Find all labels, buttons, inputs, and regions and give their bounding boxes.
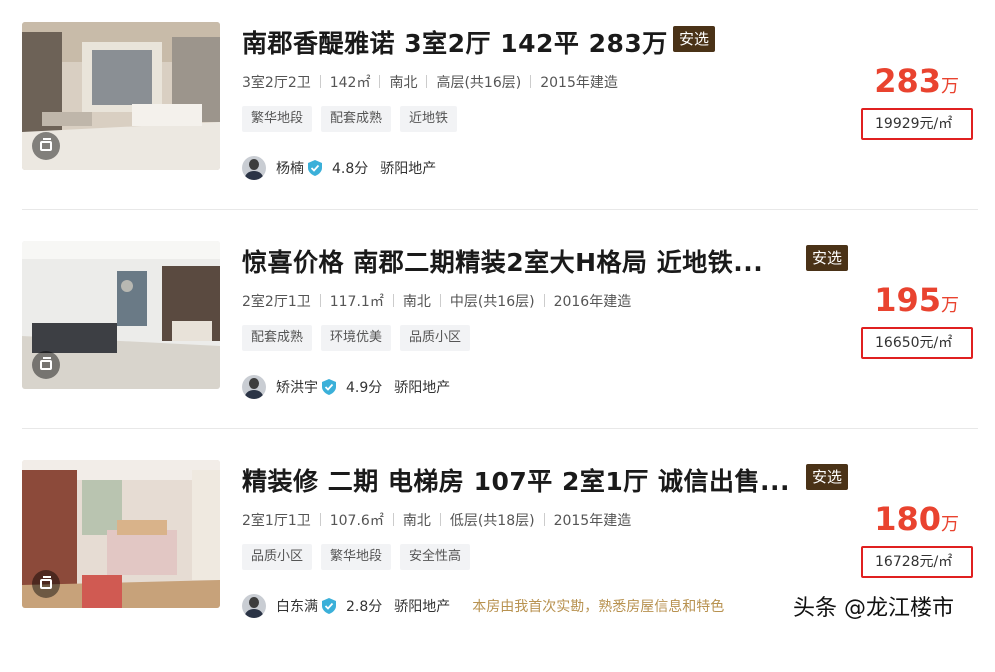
listing-specs: 3室2厅2卫 142㎡ 南北 高层(共16层) 2015年建造 xyxy=(242,72,618,92)
layout: 2室1厅1卫 xyxy=(242,513,311,529)
agent-company: 骄阳地产 xyxy=(394,599,451,615)
listing-specs: 2室2厅1卫 117.1㎡ 南北 中层(共16层) 2016年建造 xyxy=(242,291,631,311)
tag-list: 配套成熟 环境优美 品质小区 xyxy=(242,325,471,351)
floor: 中层(共16层) xyxy=(449,294,535,310)
row-divider xyxy=(22,209,978,210)
price-unit: 万 xyxy=(941,514,959,535)
orientation: 南北 xyxy=(402,294,431,310)
divider xyxy=(319,75,321,88)
layout: 2室2厅1卫 xyxy=(242,294,311,310)
tag: 环境优美 xyxy=(321,325,392,351)
orientation: 南北 xyxy=(389,75,418,91)
tag: 配套成熟 xyxy=(242,325,313,351)
divider xyxy=(439,294,441,307)
divider xyxy=(379,75,381,88)
agent-name[interactable]: 白东满 xyxy=(276,596,318,616)
total-price: 195万 xyxy=(874,281,959,319)
tag-list: 品质小区 繁华地段 安全性高 xyxy=(242,544,471,570)
anxuan-badge: 安选 xyxy=(673,26,716,52)
agent-name[interactable]: 杨楠 xyxy=(276,158,304,178)
tag: 配套成熟 xyxy=(321,106,392,132)
listing-card[interactable]: 惊喜价格 南郡二期精装2室大H格局 近地铁... 安选 2室2厅1卫 117.1… xyxy=(0,241,995,453)
unit-price: 16650元/㎡ xyxy=(861,327,973,359)
build-year: 2015年建造 xyxy=(540,75,618,91)
area: 107.6㎡ xyxy=(329,513,384,529)
divider xyxy=(392,513,394,526)
agent-score: 4.9分 xyxy=(346,380,383,396)
tag: 繁华地段 xyxy=(321,544,392,570)
floor: 低层(共18层) xyxy=(449,513,535,529)
price-number: 283 xyxy=(874,62,941,100)
layout: 3室2厅2卫 xyxy=(242,75,311,91)
tag-list: 繁华地段 配套成熟 近地铁 xyxy=(242,106,458,132)
build-year: 2016年建造 xyxy=(553,294,632,310)
row-divider xyxy=(22,428,978,429)
listing-card[interactable]: 南郡香醍雅诺 3室2厅 142平 283万 安选 3室2厅2卫 142㎡ 南北 … xyxy=(0,22,995,234)
tag: 品质小区 xyxy=(400,325,471,351)
agent-info: 杨楠 4.8分 骄阳地产 xyxy=(242,156,436,180)
divider xyxy=(543,513,545,526)
avatar[interactable] xyxy=(242,594,266,618)
divider xyxy=(319,294,321,307)
divider xyxy=(392,294,394,307)
album-icon[interactable] xyxy=(32,570,60,598)
agent-company: 骄阳地产 xyxy=(394,380,451,396)
agent-score: 2.8分 xyxy=(346,599,383,615)
watermark: 头条 @龙江楼市 xyxy=(793,596,954,621)
total-price: 283万 xyxy=(874,62,959,100)
verified-shield-icon xyxy=(322,598,336,614)
agent-note: 本房由我首次实勘，熟悉房屋信息和特色 xyxy=(472,599,725,615)
listing-photo[interactable] xyxy=(22,241,220,389)
verified-shield-icon xyxy=(322,379,336,395)
album-icon[interactable] xyxy=(32,132,60,160)
agent-score: 4.8分 xyxy=(332,161,369,177)
price-unit: 万 xyxy=(941,76,959,97)
avatar[interactable] xyxy=(242,156,266,180)
orientation: 南北 xyxy=(402,513,431,529)
agent-name[interactable]: 矫洪宇 xyxy=(276,377,318,397)
tag: 安全性高 xyxy=(400,544,471,570)
build-year: 2015年建造 xyxy=(553,513,632,529)
listing-photo[interactable] xyxy=(22,22,220,170)
tag: 近地铁 xyxy=(400,106,458,132)
area: 117.1㎡ xyxy=(329,294,384,310)
agent-company: 骄阳地产 xyxy=(380,161,437,177)
price-number: 180 xyxy=(874,500,941,538)
price-number: 195 xyxy=(874,281,941,319)
listing-title[interactable]: 南郡香醍雅诺 3室2厅 142平 283万 xyxy=(242,24,668,60)
floor: 高层(共16层) xyxy=(436,75,522,91)
divider xyxy=(530,75,532,88)
tag: 繁华地段 xyxy=(242,106,313,132)
album-icon[interactable] xyxy=(32,351,60,379)
verified-shield-icon xyxy=(308,160,322,176)
listing-title[interactable]: 精装修 二期 电梯房 107平 2室1厅 诚信出售... xyxy=(242,462,790,498)
divider xyxy=(426,75,428,88)
avatar[interactable] xyxy=(242,375,266,399)
listing-specs: 2室1厅1卫 107.6㎡ 南北 低层(共18层) 2015年建造 xyxy=(242,510,631,530)
area: 142㎡ xyxy=(329,75,371,91)
listing-photo[interactable] xyxy=(22,460,220,608)
agent-info: 白东满 2.8分 骄阳地产 本房由我首次实勘，熟悉房屋信息和特色 xyxy=(242,594,724,618)
listing-title[interactable]: 惊喜价格 南郡二期精装2室大H格局 近地铁... xyxy=(242,243,763,279)
tag: 品质小区 xyxy=(242,544,313,570)
divider xyxy=(543,294,545,307)
divider xyxy=(319,513,321,526)
anxuan-badge: 安选 xyxy=(806,245,849,271)
unit-price: 19929元/㎡ xyxy=(861,108,973,140)
agent-info: 矫洪宇 4.9分 骄阳地产 xyxy=(242,375,450,399)
listing-card[interactable]: 精装修 二期 电梯房 107平 2室1厅 诚信出售... 安选 2室1厅1卫 1… xyxy=(0,460,995,672)
unit-price: 16728元/㎡ xyxy=(861,546,973,578)
anxuan-badge: 安选 xyxy=(806,464,849,490)
divider xyxy=(439,513,441,526)
total-price: 180万 xyxy=(874,500,959,538)
price-unit: 万 xyxy=(941,295,959,316)
